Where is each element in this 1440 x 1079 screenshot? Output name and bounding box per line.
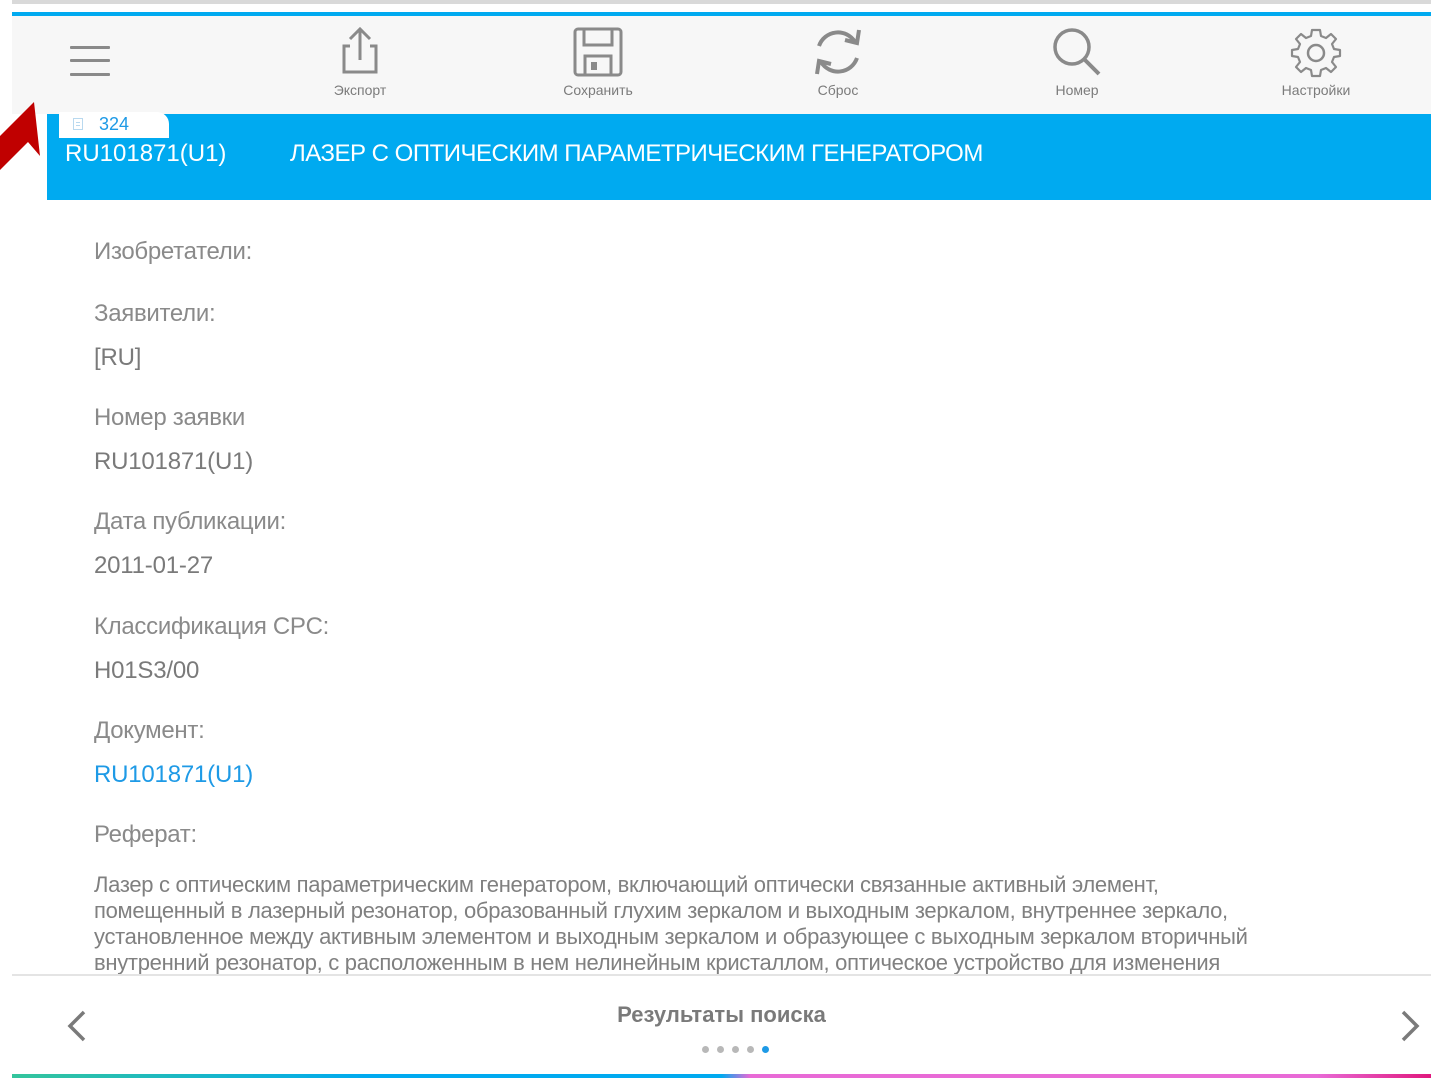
document-id: RU101871(U1) [65,140,227,167]
app-frame: Экспорт Сохранить Сброс Номер Настройки … [12,0,1431,1079]
reset-button[interactable]: Сброс [778,26,898,106]
floppy-save-icon [573,27,623,77]
settings-button[interactable]: Настройки [1256,26,1376,106]
document-link[interactable]: RU101871(U1) [94,761,253,789]
document-label: Документ: [94,717,205,744]
abstract-label: Реферат: [94,821,197,848]
hamburger-menu-icon[interactable] [70,44,110,78]
top-divider [12,0,1431,4]
cpc-classification-value: H01S3/00 [94,657,200,684]
gear-icon [1290,28,1342,78]
chevron-right-icon [1401,1010,1420,1042]
red-arrow-annotation [0,102,40,170]
refresh-icon [815,29,861,75]
result-count-tab[interactable]: 324 [59,112,169,138]
page-dot-active[interactable] [762,1046,769,1053]
application-number-label: Номер заявки [94,404,245,431]
export-label: Экспорт [333,82,387,98]
next-button[interactable] [1395,1006,1425,1046]
abstract-line: установленное между активным элементом и… [94,924,1248,949]
number-search-button[interactable]: Номер [1017,26,1137,106]
document-header: RU101871(U1) ЛАЗЕР С ОПТИЧЕСКИМ ПАРАМЕТР… [47,114,1431,200]
publication-date-value: 2011-01-27 [94,552,213,579]
results-title: Результаты поиска [617,1002,826,1027]
document-icon [73,118,83,130]
abstract-line: внутренний резонатор, с расположенным в … [94,950,1220,974]
application-number-value: RU101871(U1) [94,448,254,475]
bottom-gradient-line [12,1074,1431,1078]
settings-label: Настройки [1281,82,1351,98]
number-label: Номер [1055,82,1099,98]
inventors-label: Изобретатели: [94,238,252,265]
abstract-line: помещенный в лазерный резонатор, образов… [94,898,1228,923]
save-button[interactable]: Сохранить [538,26,658,106]
export-button[interactable]: Экспорт [300,26,420,106]
applicants-value: [RU] [94,344,142,371]
result-count: 324 [99,114,130,134]
page-dot[interactable] [747,1046,754,1053]
save-label: Сохранить [563,82,633,98]
publication-date-label: Дата публикации: [94,508,286,535]
abstract-text: Лазер с оптическим параметрическим генер… [94,872,1414,974]
reset-label: Сброс [817,82,859,98]
applicants-label: Заявители: [94,300,216,327]
toolbar: Экспорт Сохранить Сброс Номер Настройки [12,16,1431,114]
document-title: ЛАЗЕР С ОПТИЧЕСКИМ ПАРАМЕТРИЧЕСКИМ ГЕНЕР… [290,140,983,167]
abstract-line: Лазер с оптическим параметрическим генер… [94,872,1159,897]
page-dot[interactable] [732,1046,739,1053]
results-pager: Результаты поиска [12,976,1431,1079]
share-export-icon [342,26,378,74]
cpc-classification-label: Классификация CPC: [94,613,330,640]
search-icon [1053,28,1101,76]
page-dot[interactable] [717,1046,724,1053]
page-dot[interactable] [702,1046,709,1053]
